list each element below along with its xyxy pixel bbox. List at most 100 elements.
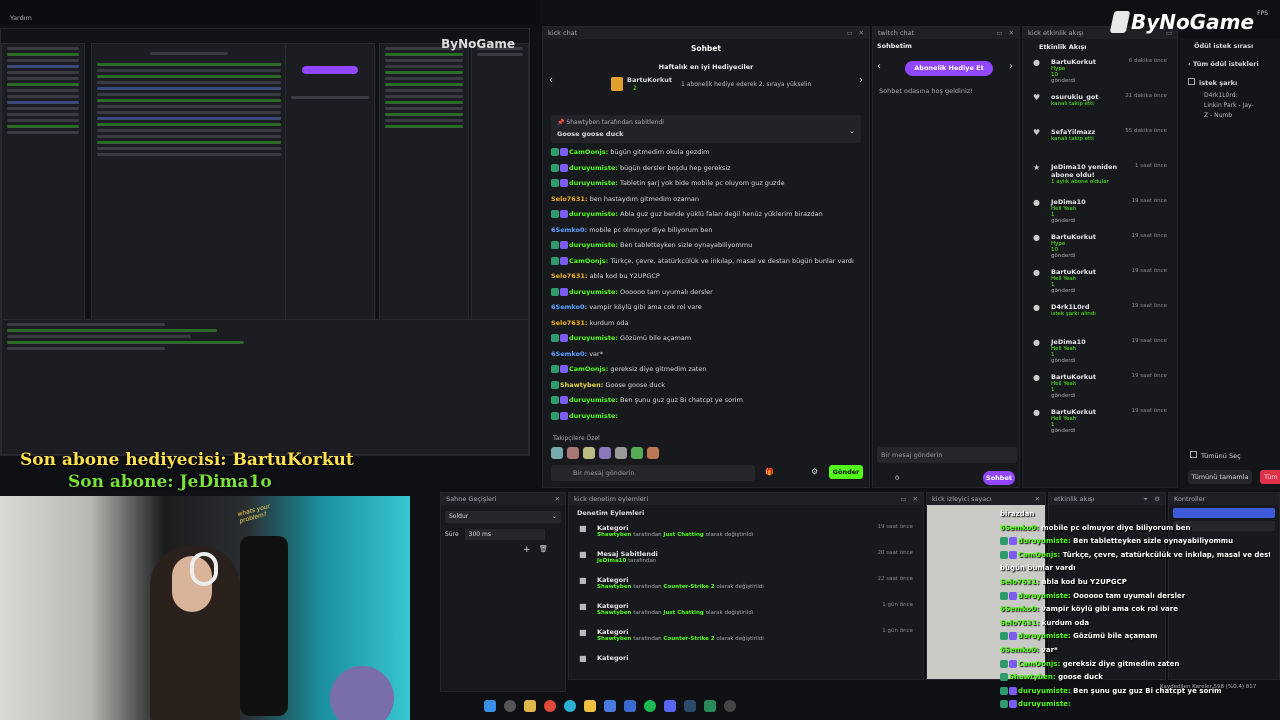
windows-icon[interactable] [484, 700, 496, 712]
dock-icon[interactable]: ▭ [846, 29, 852, 37]
gift-icon[interactable]: 🎁 [765, 468, 774, 476]
checkbox[interactable] [1188, 78, 1195, 85]
complete-all-button[interactable]: Tümünü tamamla [1188, 470, 1252, 484]
user-badge-icon [560, 411, 568, 420]
action-icon: ■ [579, 550, 587, 559]
chat-message: Shawtyben: Goose goose duck [543, 378, 869, 394]
activity-event: ♥ SefaYilmazz kanalı takip etti 55 dakika ö… [1023, 125, 1177, 160]
chat-username[interactable]: Shawtyben: [560, 381, 603, 389]
transition-type-select[interactable]: Soldur ⌄ [445, 511, 561, 523]
chat-message: CamOonjs: gereksiz diye gitmedim zaten [543, 362, 869, 378]
chat-username[interactable]: duruyumiste: [569, 288, 618, 296]
mod-action-user[interactable]: Shawtyben [597, 584, 631, 590]
mod-action-user[interactable]: Shawtyben [597, 610, 631, 616]
close-icon[interactable]: ✕ [1035, 495, 1040, 503]
mod-action-time: 20 saat önce [877, 550, 913, 556]
delete-icon[interactable]: 🗑 [539, 545, 548, 553]
chat-username[interactable]: duruyumiste: [569, 164, 618, 172]
file-explorer-icon[interactable] [524, 700, 536, 712]
menu-help[interactable]: Yardım [10, 14, 32, 22]
store-icon[interactable] [604, 700, 616, 712]
chrome-icon[interactable] [544, 700, 556, 712]
gift-icon: ● [1033, 58, 1040, 67]
close-icon[interactable]: ✕ [859, 29, 864, 37]
mod-action-category: Counter-Strike 2 [663, 636, 715, 642]
status-frames: Kaydedilen Kareler 598 (%0.4) [1160, 684, 1245, 690]
mod-action-title: Kategori [597, 602, 629, 610]
close-icon[interactable]: ✕ [1009, 29, 1014, 37]
menu-bar: Yardım [0, 0, 540, 24]
kick-chat-input[interactable]: Bir mesaj gönderin [551, 465, 755, 481]
spotify-icon[interactable] [644, 700, 656, 712]
close-icon[interactable]: ✕ [555, 495, 560, 503]
emote-tab[interactable]: Takipçilere Özel [553, 435, 600, 442]
chat-username[interactable]: CamOonjs: [569, 365, 608, 373]
chevron-right-icon[interactable]: › [859, 75, 863, 86]
chat-username[interactable]: duruyumiste: [569, 412, 618, 420]
mod-action: ■ Kategori Shawtyben tarafından Counter-St… [569, 625, 923, 651]
duration-input[interactable]: 300 ms [464, 529, 545, 540]
add-icon[interactable]: + [523, 545, 531, 555]
chat-username[interactable]: 6Semko0: [551, 303, 587, 311]
chat-username[interactable]: Selo7631: [551, 195, 587, 203]
event-user: D4rk1L0rd [1051, 303, 1090, 311]
activity-event: ★ JeDima10 yeniden abone oldu! 1 aylık abo… [1023, 160, 1177, 195]
folder-icon[interactable] [584, 700, 596, 712]
chat-username[interactable]: duruyumiste: [569, 334, 618, 342]
emote-row [551, 447, 659, 459]
app-icon[interactable] [704, 700, 716, 712]
mail-icon[interactable] [624, 700, 636, 712]
bynogame-logo-icon [1109, 11, 1131, 33]
nested-preview-chat [91, 43, 287, 343]
reward-item-song: Linkin Park - Jay-Z - Numb [1204, 102, 1254, 119]
overlay-chat-message: 6Semko0: mobile pc olmuyor diye biliyoru… [1000, 522, 1270, 536]
close-icon[interactable]: ✕ [913, 495, 918, 503]
event-time: 19 saat önce [1131, 303, 1167, 309]
settings-icon[interactable]: ⚙ [1154, 495, 1160, 504]
twitch-send-button[interactable]: Sohbet [983, 471, 1015, 485]
twitch-chat-input[interactable]: Bir mesaj gönderin [877, 447, 1017, 463]
discord-icon[interactable] [664, 700, 676, 712]
filter-icon[interactable]: ⏷ [1143, 495, 1148, 504]
reward-request[interactable]: istek şarkı [1188, 78, 1272, 87]
mod-action-user[interactable]: JeDima10 [597, 558, 626, 564]
chat-username[interactable]: duruyumiste: [569, 179, 618, 187]
rewards-panel: Ödül istek sırası ‹ Tüm ödül istekleri i… [1180, 38, 1280, 490]
chevron-right-icon[interactable]: › [1009, 61, 1013, 72]
mod-action-category: Just Chatting [663, 532, 704, 538]
rewards-all-link[interactable]: ‹ Tüm ödül istekleri [1188, 60, 1272, 68]
user-badge-icon [1000, 673, 1008, 682]
mod-action-user[interactable]: Shawtyben [597, 636, 631, 642]
obs-icon[interactable] [724, 700, 736, 712]
chevron-down-icon[interactable]: ⌄ [849, 127, 855, 135]
chat-username[interactable]: 6Semko0: [551, 350, 587, 358]
chevron-left-icon[interactable]: ‹ [549, 75, 553, 86]
chat-username[interactable]: CamOonjs: [569, 257, 608, 265]
reject-all-button[interactable]: Tüm [1260, 470, 1280, 484]
mod-action-user[interactable]: Shawtyben [597, 532, 631, 538]
chat-username[interactable]: Selo7631: [551, 272, 587, 280]
kick-send-button[interactable]: Gönder [829, 465, 863, 479]
mod-action-title: Kategori [597, 654, 629, 662]
chat-username[interactable]: CamOonjs: [569, 148, 608, 156]
chat-username[interactable]: duruyumiste: [569, 210, 618, 218]
chat-message: Selo7631: ben hastaydım gitmedim ozaman [543, 192, 869, 208]
dock-icon[interactable]: ▭ [996, 29, 1002, 37]
edge-icon[interactable] [564, 700, 576, 712]
gift-sub-button[interactable]: Abonelik Hediye Et [905, 61, 993, 76]
dock-icon[interactable]: ▭ [900, 495, 906, 503]
chat-username[interactable]: 6Semko0: [551, 226, 587, 234]
rewards-all-label: Tüm ödül istekleri [1192, 60, 1259, 68]
chat-text: ben hastaydım gitmedim ozaman [589, 194, 700, 203]
checkbox[interactable] [1190, 451, 1197, 458]
chat-username[interactable]: duruyumiste: [569, 396, 618, 404]
search-icon[interactable] [504, 700, 516, 712]
chat-username[interactable]: Selo7631: [551, 319, 587, 327]
steam-icon[interactable] [684, 700, 696, 712]
user-badge-icon [1000, 591, 1008, 600]
event-user: JeDima10 [1051, 198, 1086, 206]
chevron-left-icon[interactable]: ‹ [877, 61, 881, 72]
chat-username[interactable]: duruyumiste: [569, 241, 618, 249]
settings-icon[interactable]: ⚙ [811, 467, 818, 476]
select-all[interactable]: Tümünü Seç [1190, 451, 1241, 460]
